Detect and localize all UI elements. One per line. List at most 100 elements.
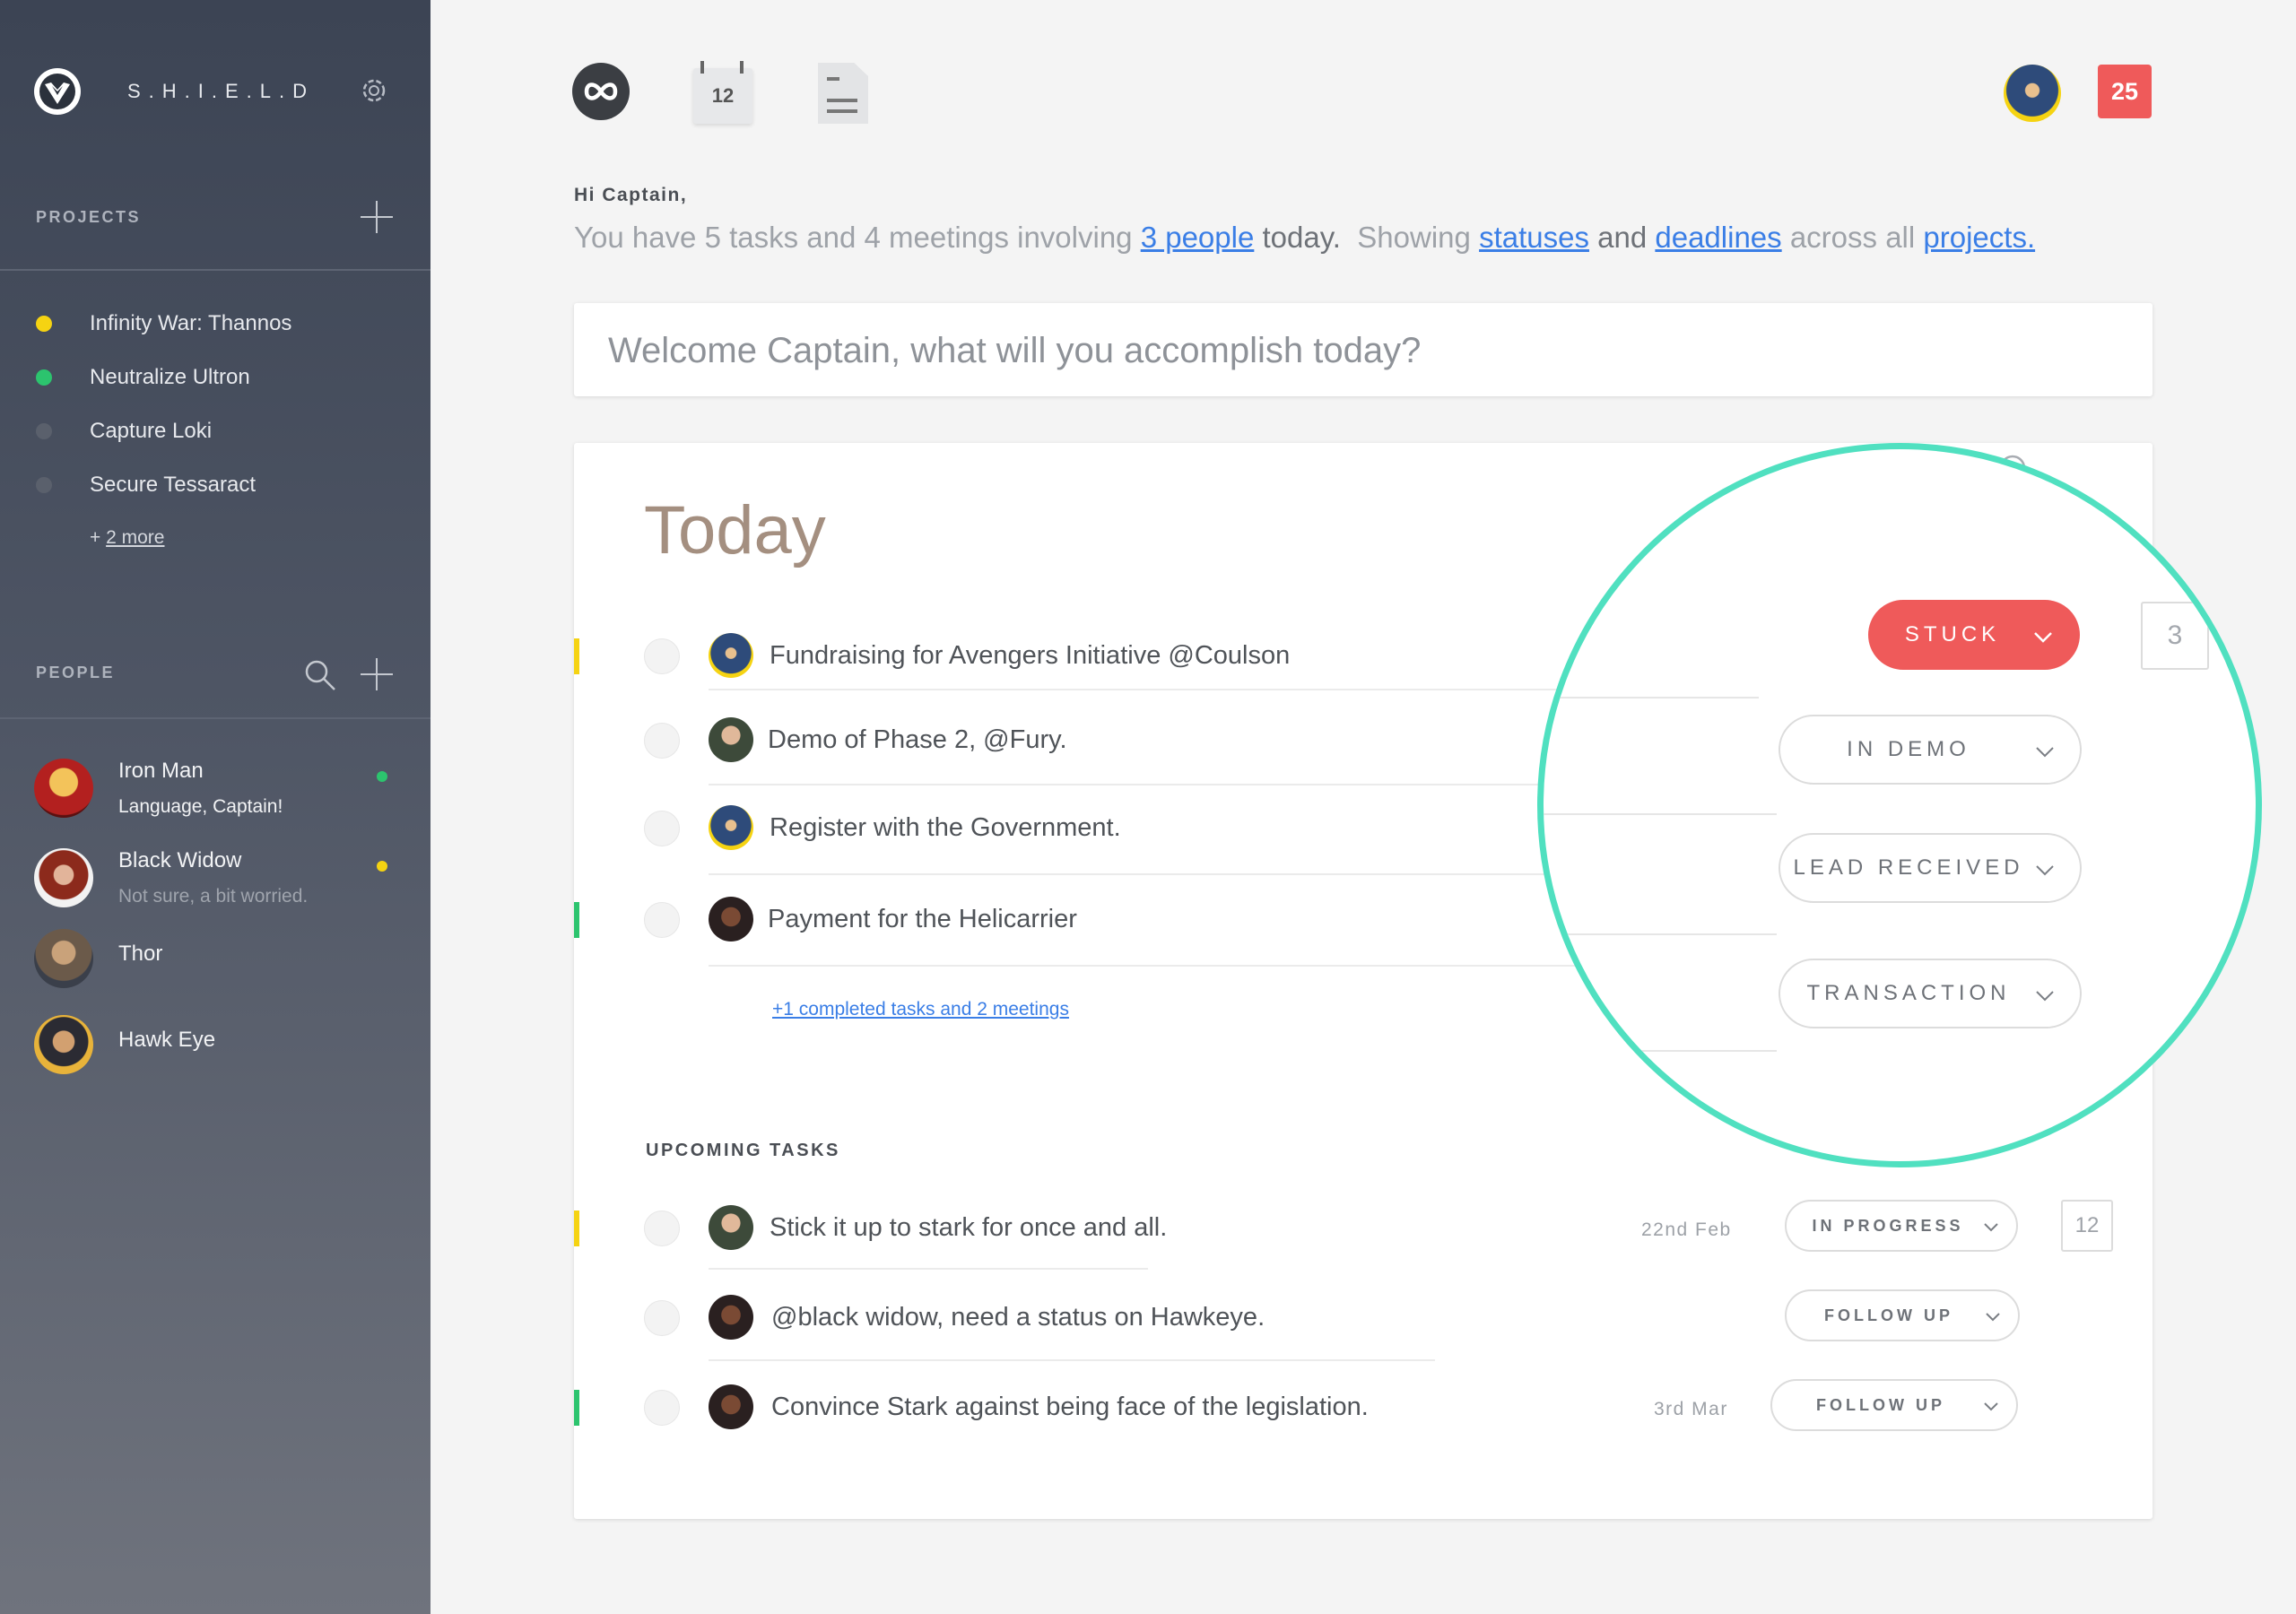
status-label: TRANSACTION xyxy=(1806,981,2011,1005)
status-dropdown[interactable]: LEAD RECEIVED xyxy=(1779,833,2082,903)
row-divider xyxy=(709,1359,1435,1361)
summary-text: and xyxy=(1597,221,1648,254)
task-text: Register with the Government. xyxy=(770,813,1121,842)
calendar-day: 12 xyxy=(711,84,735,107)
user-avatar[interactable] xyxy=(2004,65,2061,122)
chevron-down-icon xyxy=(2034,632,2052,643)
search-icon[interactable] xyxy=(303,658,337,692)
task-row[interactable]: Convince Stark against being face of the… xyxy=(574,1379,2152,1471)
task-accent xyxy=(574,1390,579,1426)
status-dropdown-stuck[interactable]: STUCK xyxy=(1868,600,2080,670)
task-checkbox[interactable] xyxy=(644,902,680,938)
task-text: Stick it up to stark for once and all. xyxy=(770,1213,1168,1242)
avatar-fury xyxy=(709,1384,753,1429)
project-color-dot xyxy=(36,423,52,439)
project-item[interactable]: Infinity War: Thannos xyxy=(36,311,291,336)
due-date: 3rd Mar xyxy=(1654,1399,1728,1419)
task-accent xyxy=(574,902,579,938)
task-checkbox[interactable] xyxy=(644,811,680,846)
status-dropdown[interactable]: IN DEMO xyxy=(1779,715,2082,785)
chevron-down-icon xyxy=(1986,1313,2000,1322)
completed-tasks-link[interactable]: +1 completed tasks and 2 meetings xyxy=(772,999,1069,1020)
divider xyxy=(0,717,430,719)
status-dropdown[interactable]: FOLLOW UP xyxy=(1785,1289,2020,1341)
today-title: Today xyxy=(644,492,826,568)
notification-badge[interactable]: 25 xyxy=(2098,65,2152,118)
avatar-captain xyxy=(709,633,753,678)
more-projects: + 2 more xyxy=(90,527,164,549)
count-box[interactable]: 12 xyxy=(2061,1200,2113,1252)
status-dot xyxy=(377,861,387,872)
avatar-coulson xyxy=(709,1205,753,1250)
more-projects-link[interactable]: 2 more xyxy=(106,527,164,548)
project-color-dot xyxy=(36,369,52,386)
project-item[interactable]: Secure Tessaract xyxy=(36,473,256,498)
add-project-icon[interactable] xyxy=(361,201,393,233)
row-divider xyxy=(1544,697,1759,699)
project-name: Capture Loki xyxy=(90,419,213,443)
avatar-coulson xyxy=(709,717,753,762)
people-label: PEOPLE xyxy=(36,664,116,681)
more-prefix: + xyxy=(90,527,107,548)
upcoming-title: UPCOMING TASKS xyxy=(646,1141,840,1160)
greeting-summary: You have 5 tasks and 4 meetings involvin… xyxy=(574,221,2035,255)
status-dropdown[interactable]: FOLLOW UP xyxy=(1770,1379,2018,1431)
projects-label: PROJECTS xyxy=(36,208,142,226)
person-name: Iron Man xyxy=(118,759,204,783)
row-divider xyxy=(1544,813,1777,815)
row-divider xyxy=(1544,1050,1777,1052)
add-person-icon[interactable] xyxy=(361,658,393,690)
person-name: Hawk Eye xyxy=(118,1028,216,1052)
status-label: STUCK xyxy=(1904,622,2001,646)
project-name: Infinity War: Thannos xyxy=(90,311,292,335)
project-item[interactable]: Capture Loki xyxy=(36,419,212,444)
chevron-down-icon xyxy=(1984,1223,1998,1232)
task-accent xyxy=(574,1210,579,1246)
avatar-captain xyxy=(709,805,753,850)
magnifier-lens: STUCK 3 IN DEMO LEAD RECEIVED TRANSACTIO… xyxy=(1537,443,2262,1167)
shield-logo-icon xyxy=(34,68,81,115)
deadlines-link[interactable]: deadlines xyxy=(1655,221,1781,254)
count-box[interactable]: 3 xyxy=(2141,602,2209,670)
people-link[interactable]: 3 people xyxy=(1141,221,1255,254)
brand[interactable]: S.H.I.E.L.D xyxy=(34,68,315,115)
task-checkbox[interactable] xyxy=(644,1390,680,1426)
avatar-fury xyxy=(709,897,753,941)
statuses-link[interactable]: statuses xyxy=(1479,221,1589,254)
doc-line xyxy=(827,109,857,113)
task-input[interactable] xyxy=(606,303,2117,398)
status-dropdown[interactable]: TRANSACTION xyxy=(1779,959,2082,1028)
due-date: 22nd Feb xyxy=(1641,1219,1732,1240)
projects-link[interactable]: projects. xyxy=(1923,221,2035,254)
task-checkbox[interactable] xyxy=(644,723,680,759)
summary-text: today. xyxy=(1262,221,1341,254)
doc-line xyxy=(827,99,857,102)
project-item[interactable]: Neutralize Ultron xyxy=(36,365,250,390)
calendar-icon[interactable]: 12 xyxy=(693,61,752,124)
summary-text: You have 5 tasks and 4 meetings involvin… xyxy=(574,221,1133,254)
calendar-pin xyxy=(700,61,704,74)
status-dropdown[interactable]: IN PROGRESS xyxy=(1785,1200,2018,1252)
online-dot xyxy=(377,771,387,782)
greeting-title: Hi Captain, xyxy=(574,185,688,205)
doc-line xyxy=(827,77,839,81)
chevron-down-icon xyxy=(2036,747,2054,758)
document-icon[interactable] xyxy=(818,63,868,124)
task-row[interactable]: @black widow, need a status on Hawkeye. … xyxy=(574,1289,2152,1381)
sidebar: S.H.I.E.L.D PROJECTS Infinity War: Thann… xyxy=(0,0,430,1614)
gear-icon[interactable] xyxy=(357,74,391,108)
avatar-thor xyxy=(34,929,93,988)
task-checkbox[interactable] xyxy=(644,638,680,674)
task-checkbox[interactable] xyxy=(644,1210,680,1246)
infinity-icon[interactable] xyxy=(572,63,630,120)
project-name: Neutralize Ultron xyxy=(90,365,250,389)
task-row[interactable]: Stick it up to stark for once and all. 2… xyxy=(574,1200,2152,1291)
summary-text: across all xyxy=(1789,221,1916,254)
task-checkbox[interactable] xyxy=(644,1300,680,1336)
row-divider xyxy=(1544,933,1777,935)
chevron-down-icon xyxy=(1984,1402,1998,1411)
person-status: Language, Captain! xyxy=(118,796,283,817)
avatar-hawk-eye xyxy=(34,1015,93,1074)
status-label: FOLLOW UP xyxy=(1824,1306,1953,1324)
person-status: Not sure, a bit worried. xyxy=(118,886,309,907)
